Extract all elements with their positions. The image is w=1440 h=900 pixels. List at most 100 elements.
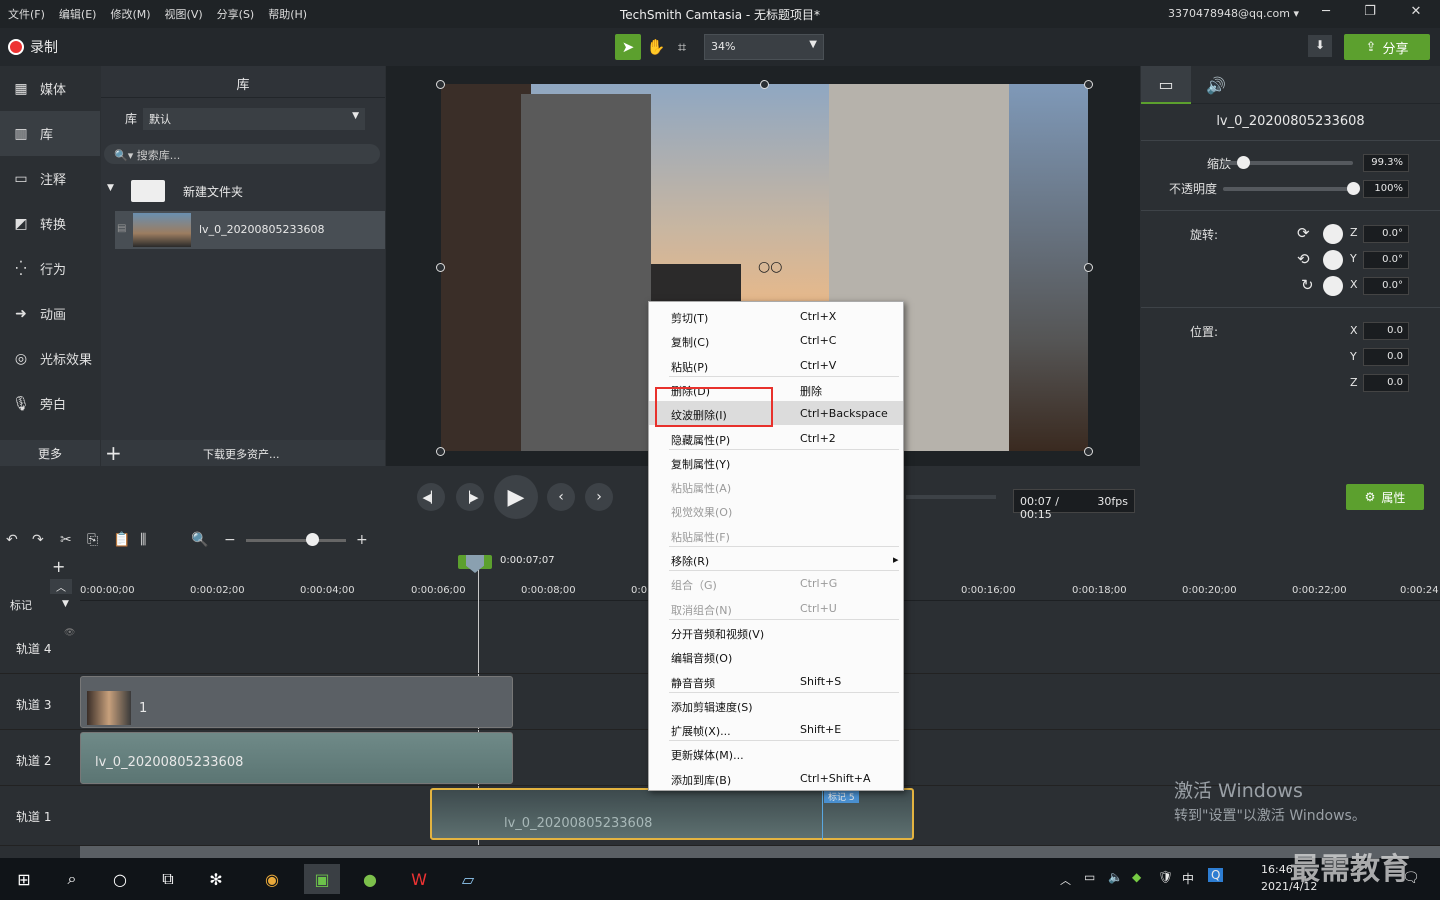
app-pinwheel-icon[interactable]: ✻ (198, 864, 234, 894)
context-menu-item[interactable]: 视觉效果(O) (649, 498, 903, 522)
search-icon[interactable]: ⌕ (54, 864, 90, 894)
context-menu-item[interactable]: 添加到库(B) Ctrl+Shift+A (649, 766, 903, 790)
center-handle-icon[interactable]: ○○ (758, 259, 782, 275)
expand-icon[interactable]: ▼ (107, 183, 114, 193)
camtasia-icon[interactable]: ▣ (304, 864, 340, 894)
volume-icon[interactable]: 🔈 (1108, 870, 1123, 884)
resize-handle[interactable] (1084, 263, 1093, 272)
context-menu-item[interactable]: 隐藏属性(P) Ctrl+2 (649, 426, 903, 450)
zoom-select[interactable]: 34% ▼ (704, 34, 824, 60)
position-z-input[interactable]: 0.0 (1363, 374, 1409, 392)
tray-chevron-icon[interactable]: ︿ (1060, 872, 1071, 888)
rotation-x-dial[interactable] (1323, 276, 1343, 296)
record-button[interactable]: 录制 (8, 37, 58, 57)
properties-button[interactable]: ⚙ 属性 (1346, 484, 1424, 510)
context-menu-item[interactable]: 扩展帧(X)... Shift+E (649, 717, 903, 741)
context-menu-item[interactable]: 粘贴属性(F) (649, 523, 903, 547)
step-back-icon[interactable]: ◀▏ (417, 483, 445, 511)
opacity-slider-knob[interactable] (1347, 182, 1360, 195)
context-menu-item[interactable]: 粘贴属性(A) (649, 474, 903, 498)
next-icon[interactable]: › (585, 483, 613, 511)
crop-tool-icon[interactable]: ⌗ (669, 34, 695, 60)
wps-icon[interactable]: W (401, 864, 437, 894)
zoom-out-icon[interactable]: − (224, 532, 236, 548)
zoom-in-icon[interactable]: + (356, 532, 368, 548)
resize-handle[interactable] (1084, 447, 1093, 456)
download-assets-link[interactable]: 下载更多资产... (203, 446, 280, 462)
collapse-icon[interactable]: ︿ (50, 579, 72, 594)
sidebar-item-behaviors[interactable]: ⁛ 行为 (0, 246, 100, 291)
library-media-item[interactable]: ▤ lv_0_20200805233608 (115, 211, 385, 249)
sidebar-item-media[interactable]: ▦ 媒体 (0, 66, 100, 111)
context-menu-item[interactable]: 静音音频 Shift+S (649, 669, 903, 693)
account-menu[interactable]: 3370478948@qq.com ▾ (1168, 7, 1299, 20)
redo-icon[interactable]: ↷ (32, 532, 44, 548)
resize-handle[interactable] (436, 447, 445, 456)
context-menu-item[interactable]: 编辑音频(O) (649, 644, 903, 668)
previous-icon[interactable]: ‹ (547, 483, 575, 511)
share-button[interactable]: ⇪ 分享 (1344, 34, 1430, 60)
context-menu-item[interactable]: 粘贴(P) Ctrl+V (649, 353, 903, 377)
context-menu-item[interactable]: 添加剪辑速度(S) (649, 693, 903, 717)
sidebar-item-cursor-effects[interactable]: ◎ 光标效果 (0, 336, 100, 381)
play-icon[interactable]: ▶ (494, 475, 538, 519)
scale-slider-knob[interactable] (1236, 156, 1250, 169)
rotation-z-input[interactable]: 0.0° (1363, 225, 1409, 243)
library-search-input[interactable]: 🔍▾ 搜索库... (104, 144, 380, 164)
clock-time[interactable]: 16:46 (1261, 863, 1293, 876)
qq-icon[interactable]: Q (1208, 868, 1224, 882)
notification-icon[interactable]: 🗨 (1402, 870, 1420, 886)
audio-properties-tab-icon[interactable]: 🔊 (1191, 66, 1241, 104)
zoom-icon[interactable]: 🔍 (191, 532, 208, 548)
close-button[interactable]: ✕ (1396, 4, 1436, 24)
security-icon[interactable]: 🛡 (1158, 870, 1173, 884)
opacity-input[interactable]: 100% (1363, 180, 1409, 198)
position-x-input[interactable]: 0.0 (1363, 322, 1409, 340)
timeline-zoom-slider[interactable] (246, 539, 346, 542)
position-y-input[interactable]: 0.0 (1363, 348, 1409, 366)
add-icon[interactable]: + (105, 441, 122, 465)
chrome-icon[interactable]: ◉ (254, 864, 290, 894)
ime-indicator[interactable]: 中 (1182, 870, 1194, 887)
context-menu-item[interactable]: 分开音频和视频(V) (649, 620, 903, 644)
sidebar-item-voice-narration[interactable]: 🎙 旁白 (0, 381, 100, 426)
marker-flag[interactable]: 标记 5 (824, 790, 859, 803)
resize-handle[interactable] (760, 80, 769, 89)
context-menu-item[interactable]: 复制(C) Ctrl+C (649, 328, 903, 352)
context-menu-item[interactable]: 复制属性(Y) (649, 450, 903, 474)
download-icon[interactable]: ⬇ (1308, 35, 1332, 57)
eye-icon[interactable]: 👁 (64, 628, 75, 638)
watermelon-app-icon[interactable]: ● (352, 864, 388, 894)
rotation-z-dial[interactable] (1323, 224, 1343, 244)
scale-input[interactable]: 99.3% (1363, 154, 1409, 172)
notepad-icon[interactable]: ▱ (450, 864, 486, 894)
timeline-clip[interactable]: 1 (80, 676, 513, 728)
resize-handle[interactable] (436, 263, 445, 272)
opacity-slider[interactable] (1223, 187, 1353, 191)
copy-icon[interactable]: ⎘ (87, 532, 98, 548)
context-menu-item[interactable]: 组合（G) Ctrl+G (649, 571, 903, 595)
network-icon[interactable]: ▭ (1084, 870, 1095, 884)
paste-icon[interactable]: 📋 (113, 532, 130, 548)
select-tool-icon[interactable]: ➤ (615, 34, 641, 60)
windows-start-icon[interactable]: ⊞ (6, 864, 42, 894)
nvidia-icon[interactable]: ◆ (1132, 870, 1141, 884)
sidebar-item-annotations[interactable]: ▭ 注释 (0, 156, 100, 201)
context-menu-item[interactable]: 剪切(T) Ctrl+X (649, 304, 903, 328)
context-menu-item[interactable]: 移除(R) ▸ (649, 547, 903, 571)
resize-handle[interactable] (436, 80, 445, 89)
pan-tool-icon[interactable]: ✋ (643, 34, 669, 60)
sidebar-item-animations[interactable]: ➜ 动画 (0, 291, 100, 336)
maximize-button[interactable]: ❐ (1350, 4, 1390, 24)
step-forward-icon[interactable]: ▕▶ (456, 483, 484, 511)
task-view-icon[interactable]: ⧉ (150, 864, 186, 894)
timeline-audio-clip[interactable]: lv_0_20200805233608 (80, 732, 513, 784)
cut-icon[interactable]: ✂ (60, 532, 72, 548)
context-menu-item[interactable]: 更新媒体(M)... (649, 741, 903, 765)
cortana-icon[interactable]: ○ (102, 864, 138, 894)
resize-handle[interactable] (1084, 80, 1093, 89)
scrub-bar[interactable] (906, 495, 996, 499)
library-folder[interactable]: ▼ 新建文件夹 (101, 172, 385, 208)
rotation-y-dial[interactable] (1323, 250, 1343, 270)
visual-properties-tab-icon[interactable]: ▭ (1141, 66, 1191, 104)
